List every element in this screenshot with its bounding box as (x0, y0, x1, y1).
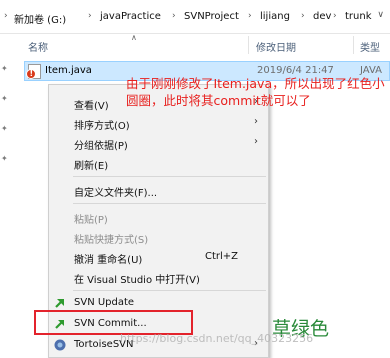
pin-icon: ✦ (1, 64, 8, 73)
column-divider[interactable] (248, 36, 249, 54)
breadcrumb-separator: › (248, 11, 252, 21)
tortoisesvn-icon (54, 339, 66, 351)
breadcrumb-item-trunk[interactable]: trunk (345, 11, 372, 22)
menu-item-customize-folder[interactable]: 自定义文件夹(F)... (49, 180, 268, 200)
file-name: Item.java (45, 65, 92, 76)
pin-icon: ✦ (1, 124, 8, 133)
pin-icon: ✦ (1, 94, 8, 103)
chevron-down-icon[interactable]: ∨ (377, 10, 384, 20)
pin-icon: ✦ (1, 154, 8, 163)
menu-item-sort[interactable]: 排序方式(O) › (49, 113, 268, 133)
menu-separator (73, 290, 266, 291)
breadcrumb-item-svnproject[interactable]: SVNProject (184, 11, 239, 22)
chevron-right-icon: › (254, 136, 258, 147)
breadcrumb-separator: › (301, 11, 305, 21)
menu-item-undo-rename[interactable]: 撤消 重命名(U) Ctrl+Z (49, 247, 268, 267)
annotation-text: 由于刚刚修改了Item.java，所以出现了红色小圆圈，此时将其commit就可… (126, 76, 385, 108)
menu-item-refresh[interactable]: 刷新(E) (49, 153, 268, 173)
breadcrumb-item-dev[interactable]: dev (313, 11, 331, 22)
sort-caret-icon: ∧ (131, 33, 137, 42)
breadcrumb-separator: › (172, 11, 176, 21)
java-file-icon (26, 64, 41, 79)
svn-update-icon (55, 299, 64, 308)
chevron-right-icon: › (254, 116, 258, 127)
breadcrumb-item-drive[interactable]: 新加卷 (G:) (14, 11, 66, 26)
breadcrumb-item-lijiang[interactable]: lijiang (260, 11, 290, 22)
column-header-name[interactable]: 名称 (28, 39, 48, 54)
column-divider[interactable] (353, 36, 354, 54)
column-header-type[interactable]: 类型 (360, 39, 380, 54)
column-header-row: ∧ 名称 修改日期 类型 (0, 33, 390, 56)
modified-badge-icon (26, 69, 36, 79)
address-bar[interactable]: › 新加卷 (G:) › javaPractice › SVNProject ›… (0, 0, 390, 34)
chevron-left-icon: › (4, 11, 8, 21)
quick-access-strip: ✦ ✦ ✦ ✦ (0, 56, 10, 358)
column-header-date[interactable]: 修改日期 (256, 39, 296, 54)
shortcut-text: Ctrl+Z (204, 251, 238, 262)
menu-item-group[interactable]: 分组依据(P) › (49, 133, 268, 153)
watermark: https://blog.csdn.net/qq_40323256 (120, 332, 314, 345)
menu-item-paste-shortcut: 粘贴快捷方式(S) (74, 235, 149, 246)
menu-separator (73, 203, 266, 204)
menu-separator (73, 176, 266, 177)
menu-item-paste: 粘贴(P) (74, 215, 108, 226)
breadcrumb-separator: › (88, 11, 92, 21)
menu-item-open-visual-studio[interactable]: 在 Visual Studio 中打开(V) (49, 267, 268, 287)
breadcrumb-separator: › (333, 11, 337, 21)
breadcrumb-item-javapractice[interactable]: javaPractice (100, 11, 161, 22)
